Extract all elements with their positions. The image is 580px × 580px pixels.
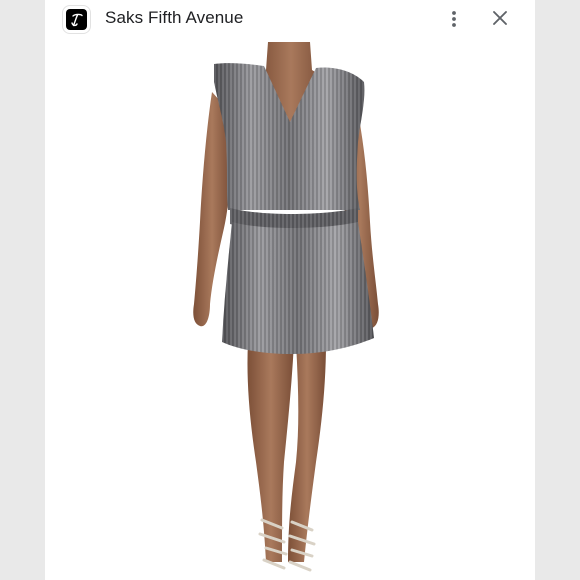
more-options-button[interactable]	[443, 6, 465, 32]
site-name[interactable]: Saks Fifth Avenue	[105, 8, 243, 28]
saks-monogram-icon	[70, 13, 83, 26]
model-in-metallic-dress-illustration	[193, 42, 379, 572]
product-photo	[60, 42, 520, 580]
close-button[interactable]	[489, 7, 511, 29]
saks-logo[interactable]	[62, 5, 91, 34]
screen: Saks Fifth Avenue	[0, 0, 580, 580]
close-icon	[493, 11, 507, 25]
saks-logo-mark	[66, 9, 87, 30]
more-vert-icon	[452, 11, 456, 27]
viewer-header: Saks Fifth Avenue	[45, 0, 535, 42]
